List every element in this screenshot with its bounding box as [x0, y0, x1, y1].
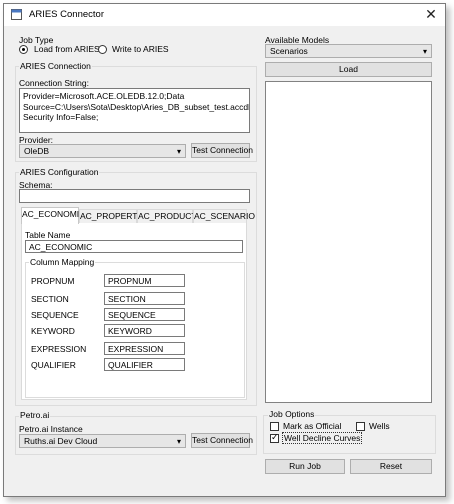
mapping-label-section: SECTION	[31, 294, 69, 304]
mapping-label-expression: EXPRESSION	[31, 344, 87, 354]
aries-connector-window: ARIES Connector ✕ Job Type Load from ARI…	[3, 3, 446, 497]
close-icon[interactable]: ✕	[417, 4, 445, 26]
schema-input[interactable]	[19, 189, 250, 203]
provider-select[interactable]: OleDB ▾	[19, 144, 186, 158]
connection-string-label: Connection String:	[19, 78, 89, 88]
table-name-input[interactable]: AC_ECONOMIC	[25, 240, 243, 253]
mapping-label-sequence: SEQUENCE	[31, 310, 79, 320]
reset-button[interactable]: Reset	[350, 459, 432, 474]
test-connection-button[interactable]: Test Connection	[191, 143, 253, 158]
run-job-button[interactable]: Run Job	[265, 459, 345, 474]
provider-select-value: OleDB	[24, 146, 50, 156]
aries-config-title: ARIES Configuration	[19, 167, 100, 177]
write-to-aries-radio[interactable]	[98, 45, 107, 54]
app-icon	[11, 9, 22, 20]
models-list[interactable]	[265, 81, 432, 403]
tab-ac-economic[interactable]: AC_ECONOMIC	[21, 207, 85, 224]
title-bar: ARIES Connector ✕	[4, 4, 445, 26]
mapping-input-section[interactable]: SECTION	[104, 292, 185, 305]
column-mapping-title: Column Mapping	[29, 257, 96, 267]
well-decline-checkbox[interactable]	[270, 432, 279, 443]
tab-ac-product[interactable]: AC_PRODUCT	[137, 209, 197, 223]
mapping-label-keyword: KEYWORD	[31, 326, 75, 336]
mapping-input-keyword[interactable]: KEYWORD	[104, 324, 185, 337]
well-decline-label[interactable]: Well Decline Curves	[282, 432, 363, 444]
window-title: ARIES Connector	[29, 9, 104, 20]
petro-instance-label: Petro.ai Instance	[19, 424, 83, 434]
wells-checkbox[interactable]	[356, 422, 365, 431]
petro-instance-value: Ruths.ai Dev Cloud	[24, 436, 98, 446]
load-button[interactable]: Load	[265, 62, 432, 77]
mark-official-label[interactable]: Mark as Official	[283, 421, 341, 431]
job-options-title: Job Options	[268, 409, 316, 419]
available-models-select[interactable]: Scenarios ▾	[265, 44, 432, 58]
petro-instance-select[interactable]: Ruths.ai Dev Cloud ▾	[19, 434, 186, 448]
aries-connection-title: ARIES Connection	[19, 61, 92, 71]
write-to-aries-label[interactable]: Write to ARIES	[112, 44, 169, 54]
chevron-down-icon: ▾	[422, 47, 427, 56]
chevron-down-icon: ▾	[176, 147, 181, 156]
load-from-aries-radio[interactable]	[19, 45, 28, 54]
load-from-aries-label[interactable]: Load from ARIES	[34, 44, 100, 54]
mapping-label-qualifier: QUALIFIER	[31, 360, 76, 370]
available-models-value: Scenarios	[270, 46, 308, 56]
tab-ac-property[interactable]: AC_PROPERTY	[79, 209, 143, 223]
mapping-input-sequence[interactable]: SEQUENCE	[104, 308, 185, 321]
petro-ai-title: Petro.ai	[19, 410, 51, 420]
tab-ac-scenario[interactable]: AC_SCENARIO	[193, 209, 255, 223]
connection-string-input[interactable]: Provider=Microsoft.ACE.OLEDB.12.0;Data S…	[19, 88, 250, 133]
wells-label[interactable]: Wells	[369, 421, 390, 431]
mapping-input-propnum[interactable]: PROPNUM	[104, 274, 185, 287]
petro-test-connection-button[interactable]: Test Connection	[191, 433, 253, 448]
mapping-label-propnum: PROPNUM	[31, 276, 75, 286]
mark-official-checkbox[interactable]	[270, 422, 279, 431]
mapping-input-expression[interactable]: EXPRESSION	[104, 342, 185, 355]
mapping-input-qualifier[interactable]: QUALIFIER	[104, 358, 185, 371]
chevron-down-icon: ▾	[176, 437, 181, 446]
table-name-label: Table Name	[25, 230, 71, 240]
